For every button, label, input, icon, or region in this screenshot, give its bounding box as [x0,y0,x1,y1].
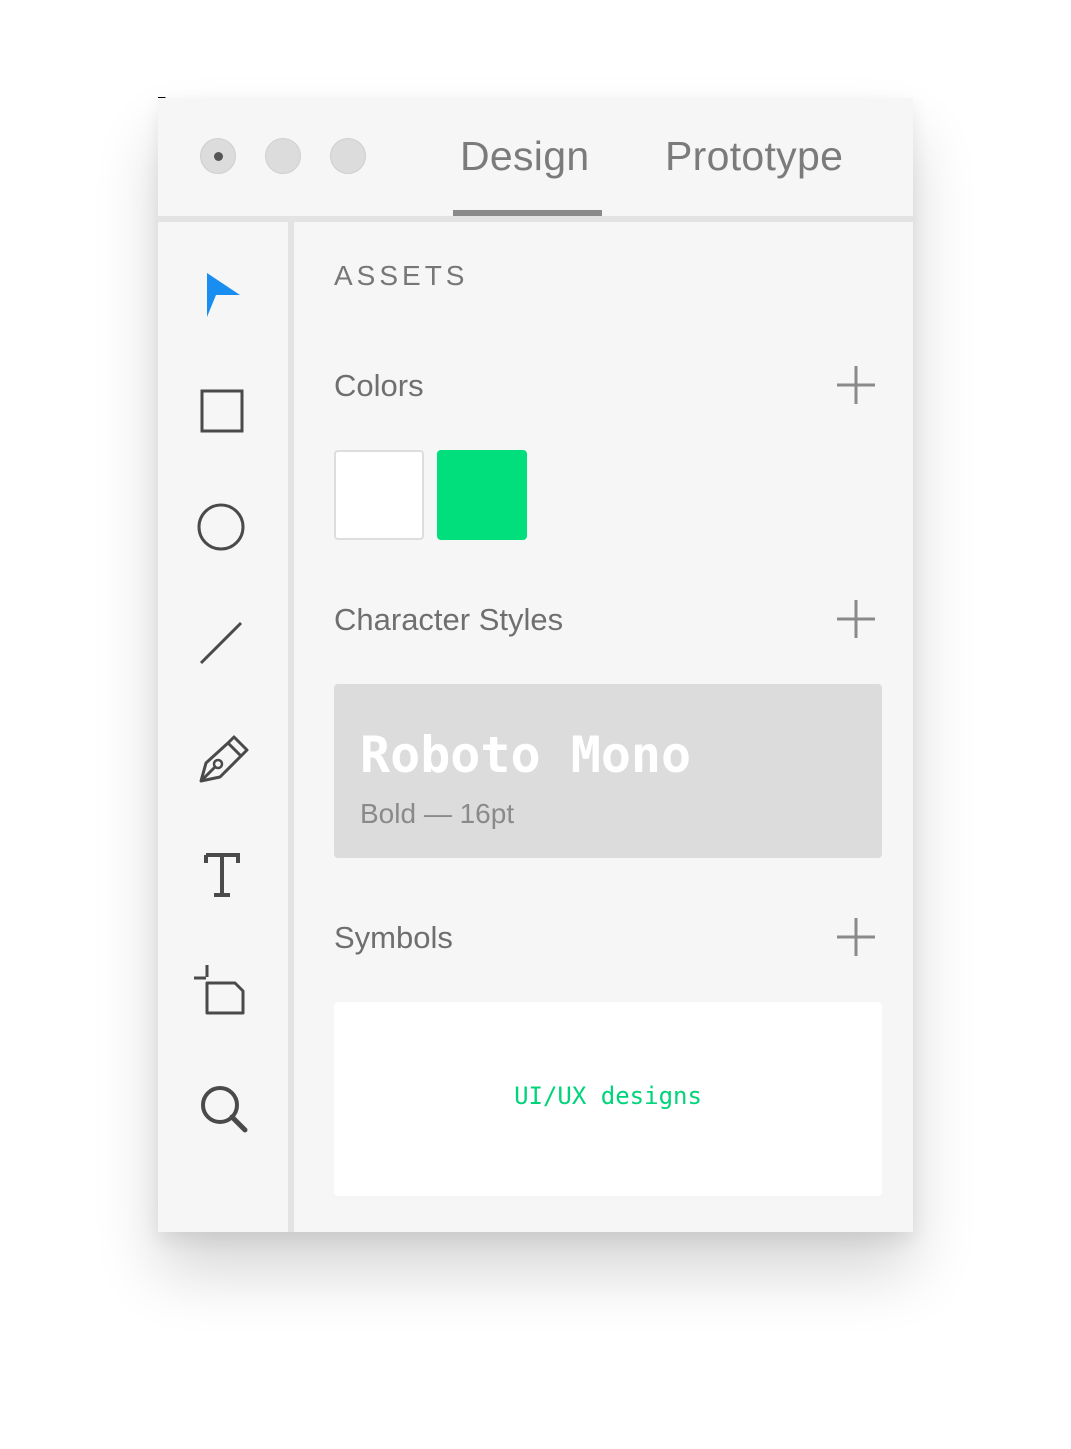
ellipse-icon [197,503,245,551]
assets-heading: ASSETS [334,260,469,291]
ellipse-tool-button[interactable] [192,497,252,557]
character-style-name: Roboto Mono [360,726,692,784]
artboard-icon [194,965,245,1015]
character-style-meta: Bold — 16pt [360,798,515,829]
artboard-tool-button[interactable] [192,961,252,1021]
line-icon [199,621,243,665]
select-arrow-icon [207,273,240,317]
tab-design[interactable]: Design [460,128,589,184]
tab-prototype[interactable]: Prototype [665,128,843,184]
pen-tool-button[interactable] [192,729,252,789]
title-bar: Design Prototype [158,98,913,222]
rectangle-tool-button[interactable] [192,381,252,441]
plus-icon [837,918,875,956]
color-swatch-white[interactable] [334,450,424,540]
text-tool-button[interactable] [192,845,252,905]
minimize-window-button[interactable] [265,138,301,174]
zoom-icon [201,1086,248,1133]
close-window-button[interactable] [200,138,236,174]
symbol-label: UI/UX designs [514,1082,702,1110]
color-swatch-green[interactable] [437,450,527,540]
add-symbol-button[interactable] [834,915,878,959]
select-tool-button[interactable] [192,265,252,325]
plus-icon [837,600,875,638]
active-tab-indicator [453,210,602,216]
close-dot-icon [214,152,223,161]
rectangle-icon [200,389,244,433]
symbols-title: Symbols [334,920,453,955]
zoom-tool-button[interactable] [192,1077,252,1137]
text-icon [204,853,240,897]
assets-panel: ASSETS Colors Character Styles Roboto Mo… [294,222,913,1232]
add-character-style-button[interactable] [834,597,878,641]
character-styles-title: Character Styles [334,602,564,637]
symbol-item[interactable]: UI/UX designs [334,1002,882,1196]
maximize-window-button[interactable] [330,138,366,174]
tool-sidebar [158,222,294,1232]
plus-icon [837,366,875,404]
pen-icon [199,735,249,783]
app-window: Design Prototype ASSETS Colors Character… [158,98,913,1232]
colors-title: Colors [334,368,424,403]
character-style-item[interactable]: Roboto Mono Bold — 16pt [334,684,882,858]
add-color-button[interactable] [834,363,878,407]
line-tool-button[interactable] [192,613,252,673]
